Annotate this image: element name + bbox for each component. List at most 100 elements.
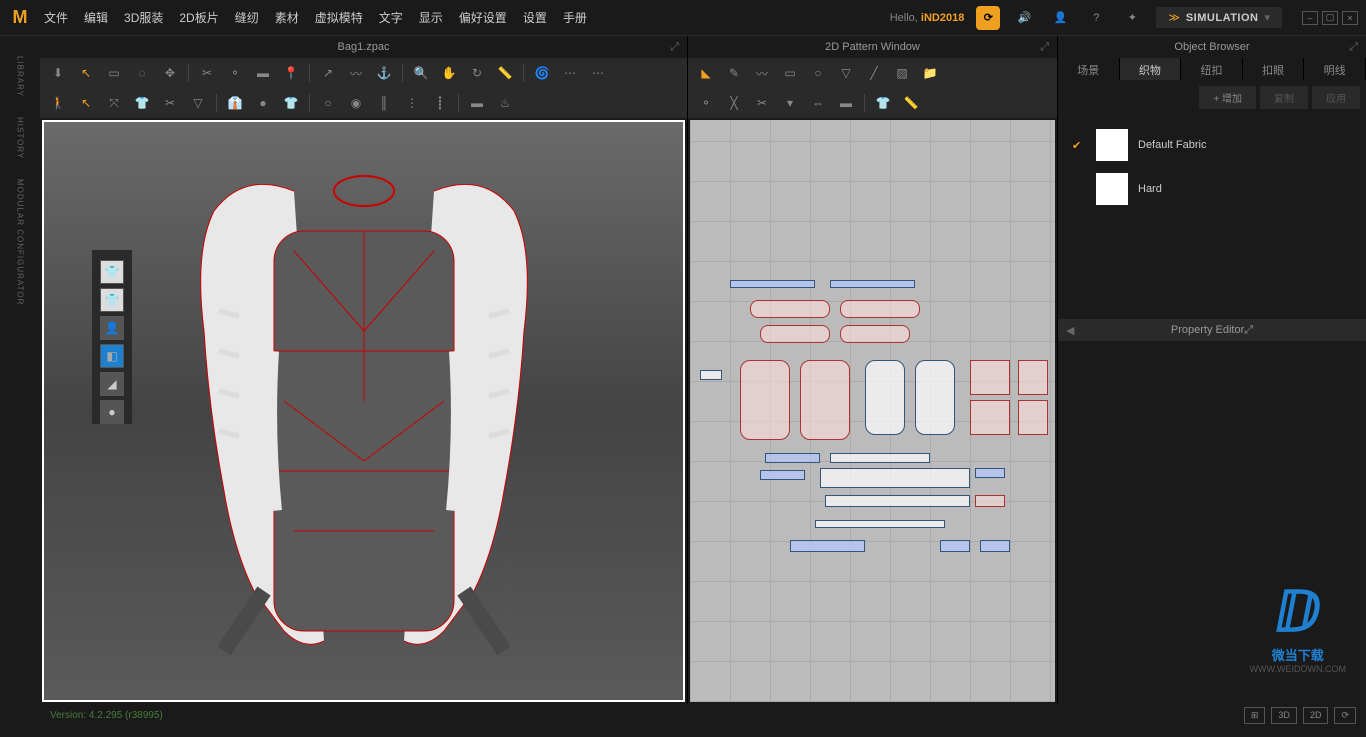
- tool-lasso[interactable]: ◌: [130, 62, 154, 84]
- tool2d-circle[interactable]: ○: [806, 62, 830, 84]
- tool-shirt[interactable]: 👕: [279, 92, 303, 114]
- tab-buttonhole[interactable]: 扣眼: [1243, 58, 1305, 80]
- tool-btn2[interactable]: ○: [316, 92, 340, 114]
- plugin-icon[interactable]: ✦: [1120, 6, 1144, 30]
- view-textured[interactable]: 👕: [100, 260, 124, 284]
- tool-move[interactable]: ✥: [158, 62, 182, 84]
- tool2d-line[interactable]: ╱: [862, 62, 886, 84]
- status-refresh-button[interactable]: ⟳: [1334, 707, 1356, 724]
- menu-avatar[interactable]: 虚拟模特: [315, 9, 363, 26]
- tool-cut[interactable]: ✂: [158, 92, 182, 114]
- tool-rotate[interactable]: ↻: [465, 62, 489, 84]
- tool-stitch[interactable]: ⋮: [400, 92, 424, 114]
- tab-scene[interactable]: 场景: [1058, 58, 1120, 80]
- copy-button[interactable]: 复制: [1260, 86, 1308, 109]
- tool2d-rect[interactable]: ▭: [778, 62, 802, 84]
- tool-more1[interactable]: ⋯: [558, 62, 582, 84]
- apply-button[interactable]: 应用: [1312, 86, 1360, 109]
- tool2d-notch[interactable]: ▾: [778, 92, 802, 114]
- tool-path[interactable]: 〰: [344, 62, 368, 84]
- tool2d-dart[interactable]: ▽: [834, 62, 858, 84]
- tool-fold[interactable]: ▽: [186, 92, 210, 114]
- tool-more2[interactable]: ⋯: [586, 62, 610, 84]
- minimize-button[interactable]: –: [1302, 11, 1318, 25]
- rail-history[interactable]: HISTORY: [16, 117, 25, 159]
- tool-pin[interactable]: 📍: [279, 62, 303, 84]
- tool-arrow[interactable]: ↗: [316, 62, 340, 84]
- tool2d-seam[interactable]: ╳: [722, 92, 746, 114]
- tool2d-measure[interactable]: 📏: [899, 92, 923, 114]
- menu-materials[interactable]: 素材: [275, 9, 299, 26]
- status-2d-button[interactable]: 2D: [1303, 707, 1329, 724]
- menu-settings[interactable]: 设置: [523, 9, 547, 26]
- tool-zoom[interactable]: 🔍: [409, 62, 433, 84]
- tool-hole[interactable]: ◉: [344, 92, 368, 114]
- menu-2d-pattern[interactable]: 2D板片: [179, 9, 218, 26]
- tool-avatar-walk[interactable]: 🚶: [46, 92, 70, 114]
- menu-edit[interactable]: 编辑: [84, 9, 108, 26]
- tool-sewing[interactable]: ✂: [195, 62, 219, 84]
- tool-pan[interactable]: ✋: [437, 62, 461, 84]
- tool2d-folder[interactable]: 📁: [918, 62, 942, 84]
- menu-display[interactable]: 显示: [419, 9, 443, 26]
- menu-sewing[interactable]: 缝纫: [235, 9, 259, 26]
- sync-icon[interactable]: ⟳: [976, 6, 1000, 30]
- tab-topstitch[interactable]: 明线: [1304, 58, 1366, 80]
- close-button[interactable]: ×: [1342, 11, 1358, 25]
- tool-tape[interactable]: ▬: [251, 62, 275, 84]
- tool-btn[interactable]: ●: [251, 92, 275, 114]
- user-icon[interactable]: 👤: [1048, 6, 1072, 30]
- tool2d-curve[interactable]: 〰: [750, 62, 774, 84]
- tool-steam[interactable]: ♨: [493, 92, 517, 114]
- tool-handle[interactable]: ⤧: [102, 92, 126, 114]
- rail-modular[interactable]: MODULAR CONFIGURATOR: [16, 179, 25, 305]
- viewport-2d[interactable]: [690, 120, 1055, 702]
- tool-rect-select[interactable]: ▭: [102, 62, 126, 84]
- tool-pointer[interactable]: ↖: [74, 92, 98, 114]
- status-layout-button[interactable]: ⊞: [1244, 707, 1266, 724]
- expand-icon[interactable]: ⤢: [1040, 41, 1049, 54]
- sound-icon[interactable]: 🔊: [1012, 6, 1036, 30]
- chevron-left-icon[interactable]: ◀: [1066, 324, 1074, 337]
- tool-hanger[interactable]: 👕: [130, 92, 154, 114]
- tool-anchor[interactable]: ⚓: [372, 62, 396, 84]
- tab-fabric[interactable]: 织物: [1120, 58, 1182, 80]
- tool-select-down[interactable]: ⬇: [46, 62, 70, 84]
- menu-preferences[interactable]: 偏好设置: [459, 9, 507, 26]
- tool2d-edit[interactable]: ✂: [750, 92, 774, 114]
- viewport-3d[interactable]: 👕 👕 👤 ◧ ◢ ●: [42, 120, 685, 702]
- expand-icon[interactable]: ⤢: [1244, 324, 1253, 337]
- tool-cursor[interactable]: ↖: [74, 62, 98, 84]
- status-3d-button[interactable]: 3D: [1271, 707, 1297, 724]
- fabric-item[interactable]: ✔ Default Fabric: [1066, 123, 1358, 167]
- tool-garment[interactable]: 👔: [223, 92, 247, 114]
- tool-zipper[interactable]: ║: [372, 92, 396, 114]
- tool-wind[interactable]: 🌀: [530, 62, 554, 84]
- menu-text[interactable]: 文字: [379, 9, 403, 26]
- view-shadow[interactable]: ●: [100, 400, 124, 424]
- simulation-badge[interactable]: ≫ SIMULATION ▾: [1156, 7, 1282, 28]
- help-icon[interactable]: ?: [1084, 6, 1108, 30]
- view-avatar[interactable]: 👤: [100, 316, 124, 340]
- tool-iron[interactable]: ▬: [465, 92, 489, 114]
- tool2d-select[interactable]: ◣: [694, 62, 718, 84]
- maximize-button[interactable]: ▢: [1322, 11, 1338, 25]
- add-button[interactable]: + 增加: [1199, 86, 1256, 109]
- tool2d-pen[interactable]: ✎: [722, 62, 746, 84]
- tool2d-iron[interactable]: ▬: [834, 92, 858, 114]
- view-shaded[interactable]: 👕: [100, 288, 124, 312]
- rail-library[interactable]: LIBRARY: [16, 56, 25, 97]
- tool2d-garment[interactable]: 👕: [871, 92, 895, 114]
- menu-3d-garment[interactable]: 3D服装: [124, 9, 163, 26]
- tool-measure[interactable]: 📏: [493, 62, 517, 84]
- menu-file[interactable]: 文件: [44, 9, 68, 26]
- tool2d-symmetry[interactable]: ⇔: [806, 92, 830, 114]
- expand-icon[interactable]: ⤢: [670, 41, 679, 54]
- tool2d-trace[interactable]: ▨: [890, 62, 914, 84]
- fabric-item[interactable]: Hard: [1066, 167, 1358, 211]
- tool2d-sewing[interactable]: ⚬: [694, 92, 718, 114]
- view-thick[interactable]: ◢: [100, 372, 124, 396]
- tab-button[interactable]: 纽扣: [1181, 58, 1243, 80]
- expand-icon[interactable]: ⤢: [1349, 41, 1358, 54]
- tool-topstitch[interactable]: ┋: [428, 92, 452, 114]
